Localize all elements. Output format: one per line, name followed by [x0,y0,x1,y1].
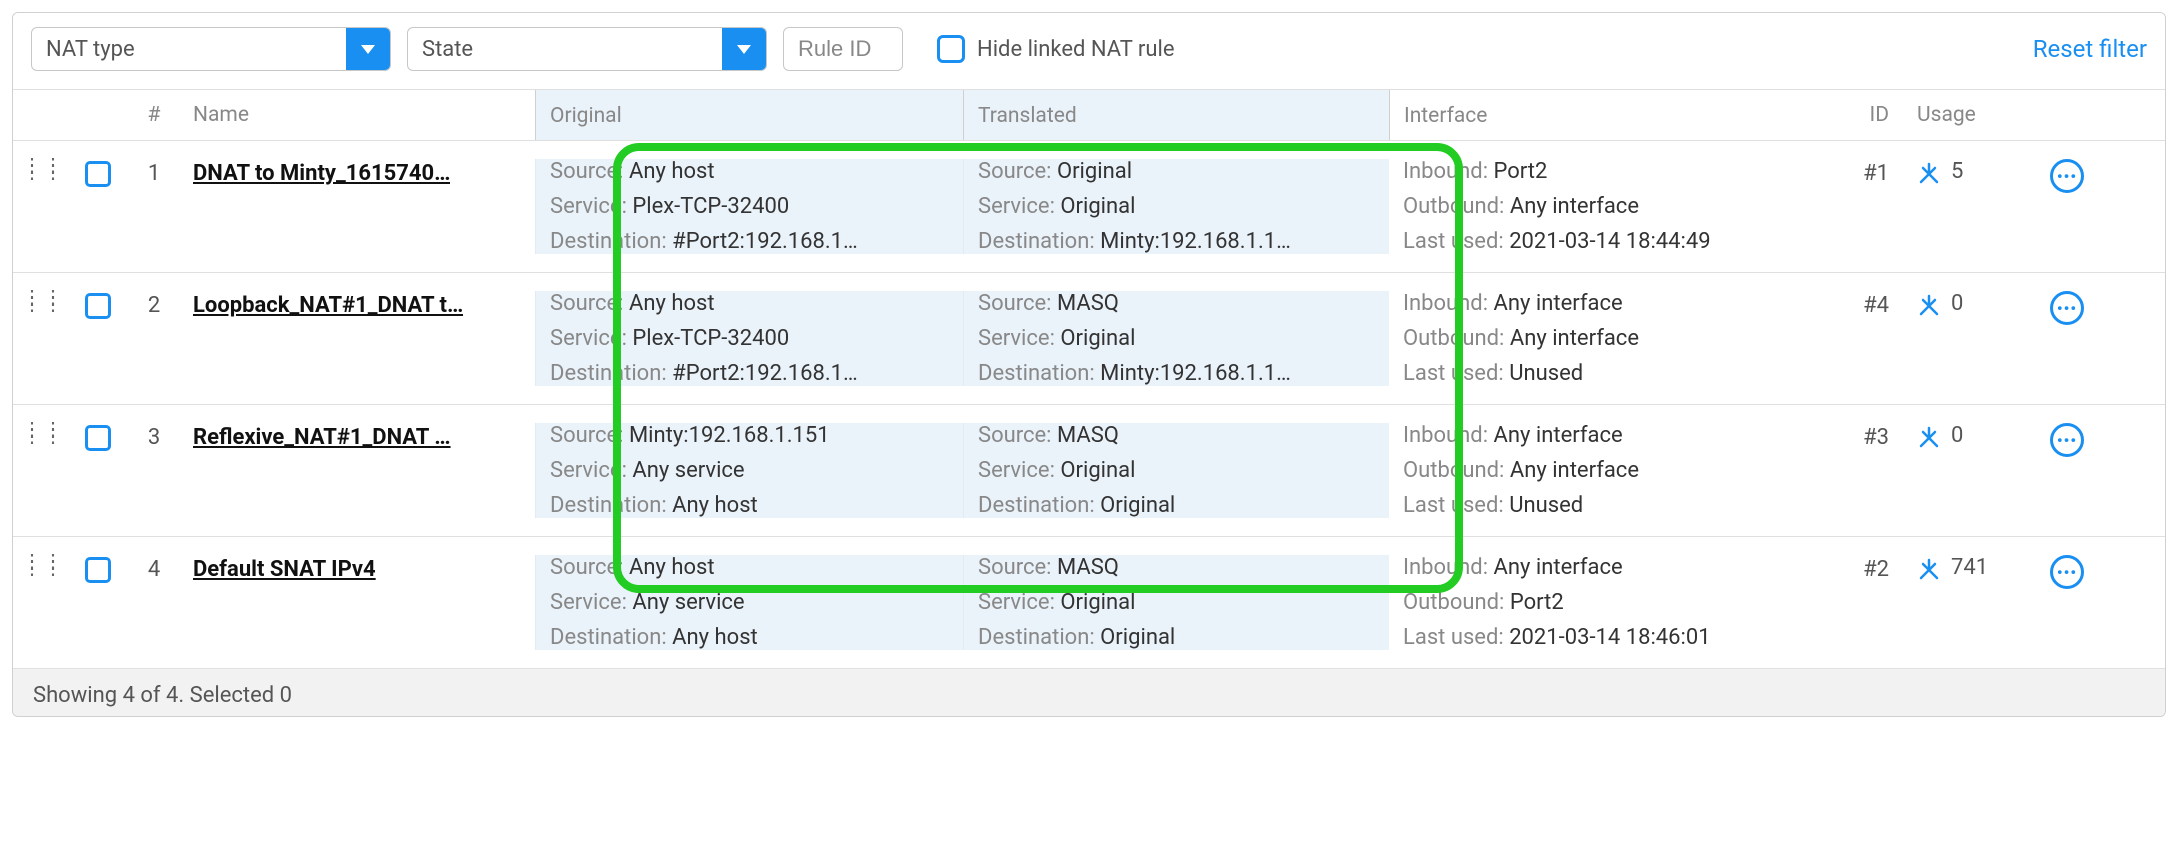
row-checkbox[interactable] [85,425,111,451]
translated-cell: Source: MASQ Service: Original Destinati… [963,423,1389,518]
table-row: ⋮⋮⋮⋮ 4 Default SNAT IPv4 Source: Any hos… [13,537,2165,668]
usage-cell: 0 [1897,423,2027,518]
interface-cell: Inbound: Any interface Outbound: Any int… [1389,291,1817,386]
nat-type-select[interactable]: NAT type [31,27,391,71]
filter-bar: NAT type State Hide linked NAT rule Rese… [13,13,2165,89]
reset-filter-link[interactable]: Reset filter [2033,35,2147,63]
drag-handle[interactable]: ⋮⋮⋮⋮ [13,555,73,650]
table-footer: Showing 4 of 4. Selected 0 [13,668,2165,716]
drag-handle[interactable]: ⋮⋮⋮⋮ [13,423,73,518]
interface-cell: Inbound: Any interface Outbound: Any int… [1389,423,1817,518]
hide-linked-checkbox[interactable] [937,35,965,63]
state-select[interactable]: State [407,27,767,71]
row-checkbox[interactable] [85,557,111,583]
rule-name-link[interactable]: Loopback_NAT#1_DNAT t… [193,291,463,318]
table-row: ⋮⋮⋮⋮ 3 Reflexive_NAT#1_DNAT … Source: Mi… [13,405,2165,537]
row-checkbox[interactable] [85,293,111,319]
column-translated[interactable]: Translated [963,90,1389,140]
nat-type-label: NAT type [32,37,149,62]
rule-name-link[interactable]: DNAT to Minty_1615740… [193,159,450,186]
interface-cell: Inbound: Port2 Outbound: Any interface L… [1389,159,1817,254]
original-cell: Source: Any host Service: Plex-TCP-32400… [535,291,963,386]
table-row: ⋮⋮⋮⋮ 1 DNAT to Minty_1615740… Source: An… [13,141,2165,273]
nat-rules-panel: NAT type State Hide linked NAT rule Rese… [12,12,2166,717]
translated-cell: Source: Original Service: Original Desti… [963,159,1389,254]
usage-icon [1917,426,1941,448]
table-body: ⋮⋮⋮⋮ 1 DNAT to Minty_1615740… Source: An… [13,141,2165,668]
usage-cell: 741 [1897,555,2027,650]
table-row: ⋮⋮⋮⋮ 2 Loopback_NAT#1_DNAT t… Source: An… [13,273,2165,405]
rule-id-input[interactable] [783,27,903,71]
original-cell: Source: Any host Service: Any service De… [535,555,963,650]
translated-cell: Source: MASQ Service: Original Destinati… [963,555,1389,650]
rule-id: #3 [1817,423,1897,518]
chevron-down-icon [722,28,766,70]
more-actions-button[interactable]: ••• [2050,159,2084,193]
row-number: 1 [123,159,185,254]
more-actions-button[interactable]: ••• [2050,291,2084,325]
rule-id: #2 [1817,555,1897,650]
state-label: State [408,37,487,62]
column-usage[interactable]: Usage [1897,103,2027,127]
column-id[interactable]: ID [1817,103,1897,127]
drag-handle[interactable]: ⋮⋮⋮⋮ [13,291,73,386]
interface-cell: Inbound: Any interface Outbound: Port2 L… [1389,555,1817,650]
rule-id: #1 [1817,159,1897,254]
hide-linked-label: Hide linked NAT rule [977,37,1175,62]
rule-id: #4 [1817,291,1897,386]
row-checkbox[interactable] [85,161,111,187]
row-number: 3 [123,423,185,518]
translated-cell: Source: MASQ Service: Original Destinati… [963,291,1389,386]
usage-cell: 5 [1897,159,2027,254]
usage-icon [1917,558,1941,580]
more-actions-button[interactable]: ••• [2050,423,2084,457]
rule-name-link[interactable]: Reflexive_NAT#1_DNAT … [193,423,451,450]
usage-icon [1917,162,1941,184]
usage-icon [1917,294,1941,316]
original-cell: Source: Any host Service: Plex-TCP-32400… [535,159,963,254]
rule-name-link[interactable]: Default SNAT IPv4 [193,555,376,582]
column-original[interactable]: Original [535,90,963,140]
drag-handle[interactable]: ⋮⋮⋮⋮ [13,159,73,254]
row-number: 4 [123,555,185,650]
column-interface[interactable]: Interface [1389,90,1817,140]
usage-cell: 0 [1897,291,2027,386]
original-cell: Source: Minty:192.168.1.151 Service: Any… [535,423,963,518]
row-number: 2 [123,291,185,386]
column-name[interactable]: Name [185,103,535,127]
column-number[interactable]: # [123,103,185,127]
hide-linked-checkbox-group: Hide linked NAT rule [937,35,1175,63]
more-actions-button[interactable]: ••• [2050,555,2084,589]
table-header: # Name Original Translated Interface ID … [13,89,2165,141]
chevron-down-icon [346,28,390,70]
